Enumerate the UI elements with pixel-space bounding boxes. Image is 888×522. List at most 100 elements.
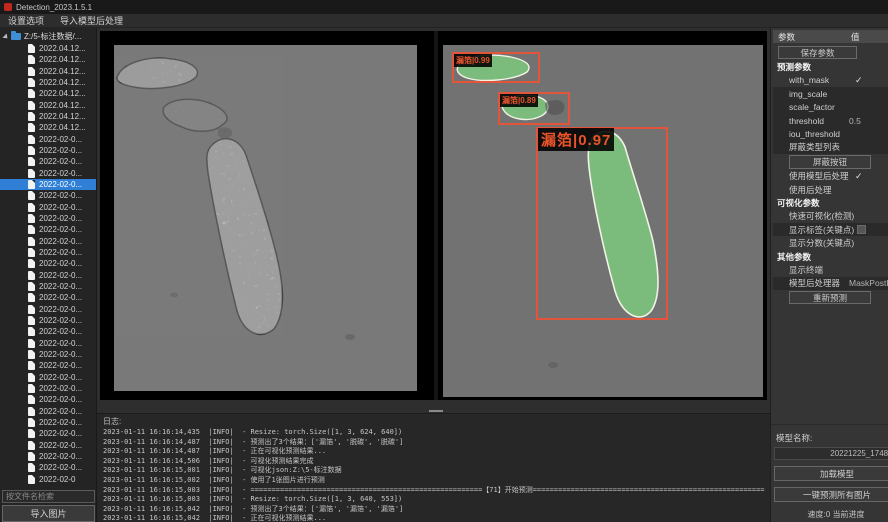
- param-label: 模型后处理器: [773, 277, 840, 289]
- tree-item[interactable]: 2022.04.12...: [0, 54, 97, 65]
- param-button[interactable]: 保存参数: [778, 46, 857, 59]
- tree-item[interactable]: 2022-02-0...: [0, 179, 97, 190]
- tree-item[interactable]: 2022-02-0...: [0, 202, 97, 213]
- search-input[interactable]: [2, 490, 95, 503]
- param-label: threshold: [773, 116, 824, 126]
- import-images-button[interactable]: 导入图片: [2, 505, 95, 522]
- param-label: 屏蔽类型列表: [773, 141, 840, 153]
- tree-item[interactable]: 2022-02-0...: [0, 372, 97, 383]
- param-value[interactable]: MaskPostPro: [849, 278, 888, 288]
- param-row[interactable]: scale_factor: [773, 101, 888, 114]
- param-section-header: 其他参数: [771, 250, 888, 263]
- tree-item[interactable]: 2022.04.12...: [0, 100, 97, 111]
- tree-item[interactable]: 2022-02-0...: [0, 406, 97, 417]
- original-image-panel[interactable]: [100, 31, 434, 400]
- tree-item[interactable]: 2022-02-0...: [0, 247, 97, 258]
- param-row[interactable]: 使用模型后处理✓: [771, 170, 888, 183]
- tree-item[interactable]: 2022-02-0...: [0, 326, 97, 337]
- file-sidebar: Z:/5-标注数据/... 2022.04.12...2022.04.12...…: [0, 28, 97, 522]
- tree-item-label: 2022-02-0...: [39, 361, 82, 370]
- tree-item[interactable]: 2022-02-0...: [0, 417, 97, 428]
- tree-root-folder[interactable]: Z:/5-标注数据/...: [0, 30, 97, 43]
- tree-item[interactable]: 2022-02-0...: [0, 258, 97, 269]
- tree-item-label: 2022-02-0...: [39, 282, 82, 291]
- tree-item[interactable]: 2022-02-0...: [0, 338, 97, 349]
- log-splitter[interactable]: [97, 403, 770, 413]
- tree-item-label: 2022-02-0...: [39, 441, 82, 450]
- title-bar: Detection_2023.1.5.1: [0, 0, 888, 14]
- tree-item[interactable]: 2022.04.12...: [0, 43, 97, 54]
- param-button[interactable]: 重新预测: [789, 291, 871, 304]
- check-icon[interactable]: ✓: [855, 171, 863, 182]
- splitter-handle-icon[interactable]: [429, 410, 443, 412]
- param-row[interactable]: 显示分数(关键点): [771, 236, 888, 249]
- tree-item[interactable]: 2022-02-0...: [0, 168, 97, 179]
- log-panel[interactable]: 日志: 2023-01-11 16:16:14,435 |INFO| - Res…: [97, 413, 770, 522]
- file-tree-items: 2022.04.12...2022.04.12...2022.04.12...2…: [0, 43, 97, 485]
- tree-item[interactable]: 2022-02-0...: [0, 349, 97, 360]
- tree-item[interactable]: 2022.04.12...: [0, 77, 97, 88]
- model-name-field[interactable]: 20221225_174813: [774, 447, 888, 460]
- param-value[interactable]: 0.5: [849, 116, 861, 126]
- param-row[interactable]: 屏蔽类型列表: [773, 141, 888, 154]
- file-icon: [28, 55, 35, 64]
- tree-item[interactable]: 2022-02-0...: [0, 134, 97, 145]
- tree-item-label: 2022.04.12...: [39, 89, 86, 98]
- tree-item[interactable]: 2022-02-0...: [0, 145, 97, 156]
- file-icon: [28, 146, 35, 155]
- tree-item[interactable]: 2022-02-0...: [0, 428, 97, 439]
- tree-item[interactable]: 2022-02-0...: [0, 439, 97, 450]
- tree-item[interactable]: 2022-02-0...: [0, 394, 97, 405]
- tree-item[interactable]: 2022-02-0...: [0, 224, 97, 235]
- menu-settings[interactable]: 设置选项: [8, 14, 44, 27]
- tree-item[interactable]: 2022-02-0...: [0, 281, 97, 292]
- tree-item-label: 2022-02-0...: [39, 373, 82, 382]
- tree-item[interactable]: 2022.04.12...: [0, 111, 97, 122]
- tree-item[interactable]: 2022.04.12...: [0, 122, 97, 133]
- param-row[interactable]: img_scale: [773, 87, 888, 100]
- tree-item[interactable]: 2022-02-0...: [0, 213, 97, 224]
- tree-item[interactable]: 2022-02-0: [0, 473, 97, 484]
- param-row[interactable]: iou_threshold: [773, 127, 888, 140]
- tree-item[interactable]: 2022.04.12...: [0, 66, 97, 77]
- tree-item[interactable]: 2022-02-0...: [0, 360, 97, 371]
- predict-all-button[interactable]: 一键预测所有图片: [774, 487, 888, 502]
- checkbox[interactable]: [857, 225, 866, 234]
- param-row[interactable]: 使用后处理: [771, 183, 888, 196]
- param-row[interactable]: threshold 0.5: [773, 114, 888, 127]
- tree-item[interactable]: 2022-02-0...: [0, 462, 97, 473]
- app-icon: [4, 3, 12, 11]
- original-image: [114, 45, 417, 391]
- expand-arrow-icon[interactable]: [2, 33, 9, 40]
- tree-item[interactable]: 2022-02-0...: [0, 190, 97, 201]
- param-row[interactable]: 显示标签(关键点): [773, 223, 888, 236]
- param-row[interactable]: 模型后处理器 MaskPostPro: [773, 277, 888, 290]
- file-tree: Z:/5-标注数据/... 2022.04.12...2022.04.12...…: [0, 30, 97, 488]
- tree-item[interactable]: 2022-02-0...: [0, 236, 97, 247]
- menu-import-postprocess[interactable]: 导入模型后处理: [60, 14, 123, 27]
- tree-item[interactable]: 2022-02-0...: [0, 156, 97, 167]
- param-row[interactable]: with_mask✓: [771, 74, 888, 87]
- param-section-header: 预测参数: [771, 60, 888, 73]
- param-button[interactable]: 屏蔽按钮: [789, 155, 871, 168]
- param-row[interactable]: 显示终端: [771, 263, 888, 276]
- tree-item[interactable]: 2022-02-0...: [0, 315, 97, 326]
- file-icon: [28, 429, 35, 438]
- tree-item[interactable]: 2022-02-0...: [0, 383, 97, 394]
- tree-item[interactable]: 2022.04.12...: [0, 88, 97, 99]
- tree-item[interactable]: 2022-02-0...: [0, 270, 97, 281]
- tree-item[interactable]: 2022-02-0...: [0, 292, 97, 303]
- param-label: iou_threshold: [773, 129, 840, 139]
- tree-item-label: 2022-02-0...: [39, 418, 82, 427]
- tree-item[interactable]: 2022-02-0...: [0, 304, 97, 315]
- log-line: 2023-01-11 16:16:15,003 |INFO| - Resize:…: [97, 495, 770, 505]
- param-row[interactable]: 快速可视化(检测): [771, 210, 888, 223]
- check-icon[interactable]: ✓: [855, 75, 863, 86]
- log-line: 2023-01-11 16:16:14,487 |INFO| - 正在可视化预测…: [97, 447, 770, 457]
- tree-item-label: 2022-02-0...: [39, 305, 82, 314]
- prediction-image-panel[interactable]: 漏箔|0.99 漏箔|0.89 漏箔|0.97: [438, 31, 767, 400]
- file-icon: [28, 305, 35, 314]
- file-icon: [28, 135, 35, 144]
- tree-item[interactable]: 2022-02-0...: [0, 451, 97, 462]
- load-model-button[interactable]: 加载模型: [774, 466, 888, 481]
